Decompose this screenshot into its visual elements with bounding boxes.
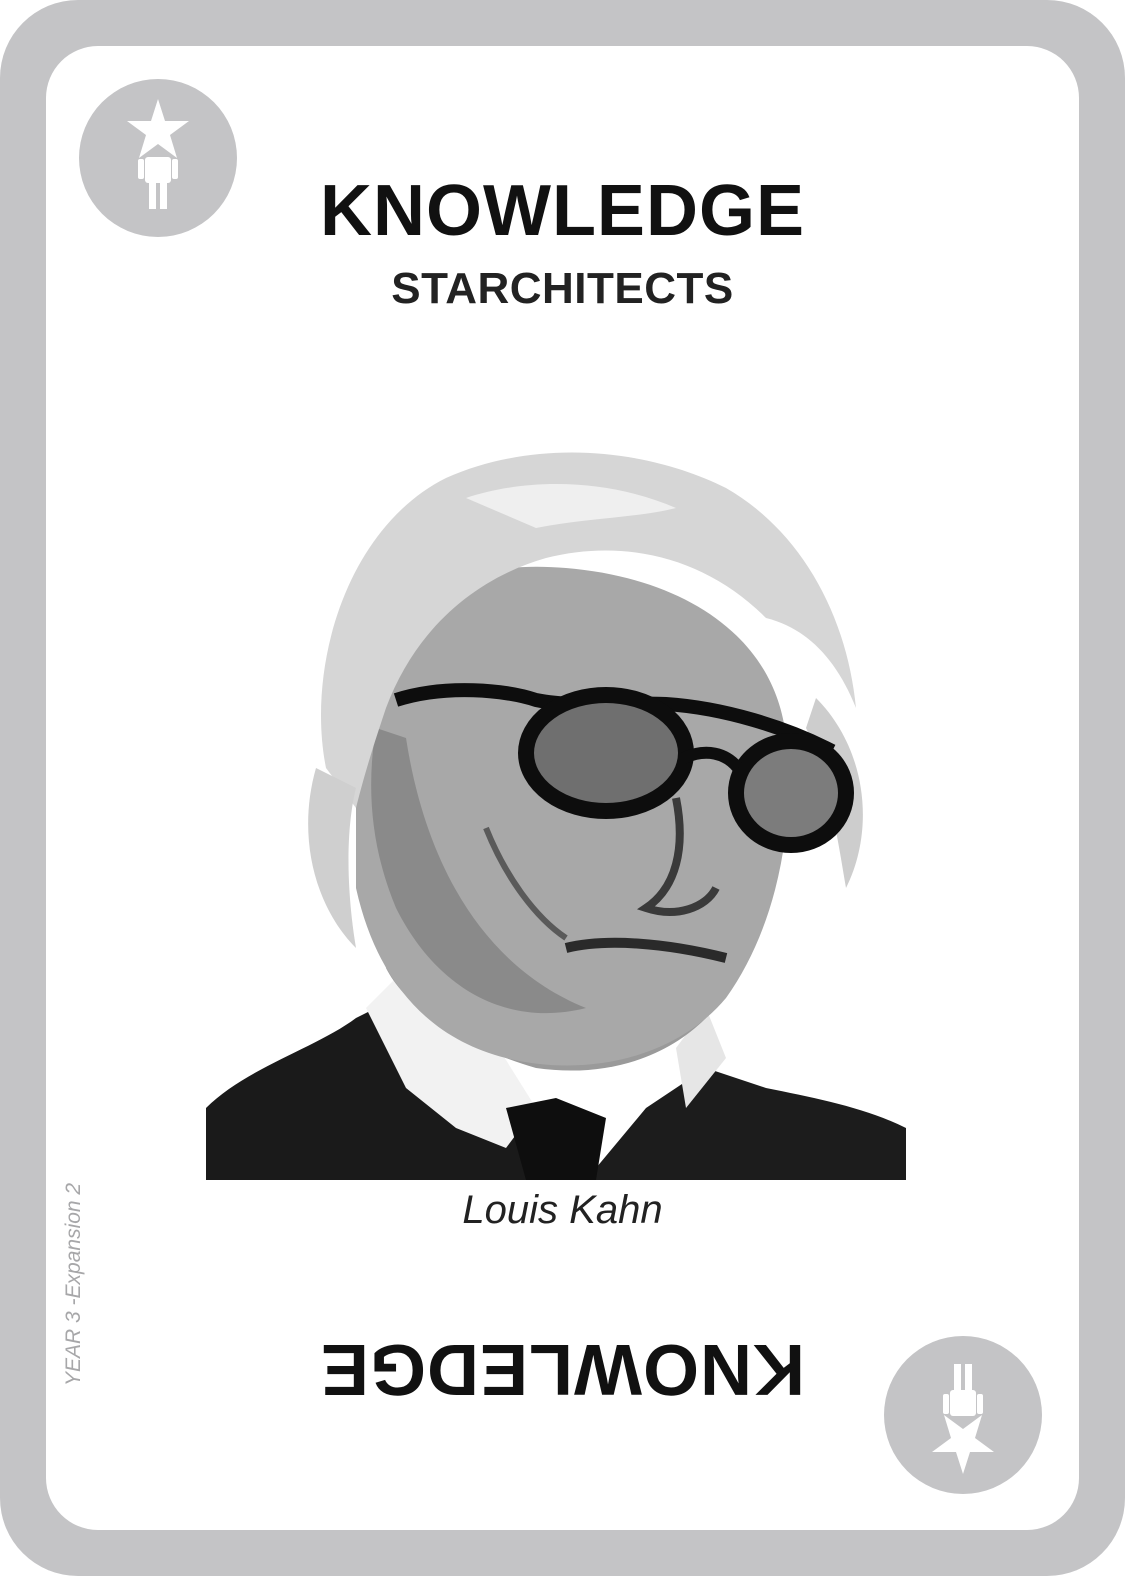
person-name: Louis Kahn [462, 1188, 663, 1232]
card-face: KNOWLEDGE STARCHITECTS Louis Kahn KNOWLE… [46, 46, 1079, 1530]
star-person-icon-flipped [884, 1336, 1042, 1494]
portrait-image [206, 408, 906, 1180]
card-subtitle: STARCHITECTS [391, 264, 734, 313]
edition-label: YEAR 3 -Expansion 2 [62, 1182, 85, 1386]
card-frame: KNOWLEDGE STARCHITECTS Louis Kahn KNOWLE… [0, 0, 1125, 1576]
card-title: KNOWLEDGE [320, 171, 805, 251]
